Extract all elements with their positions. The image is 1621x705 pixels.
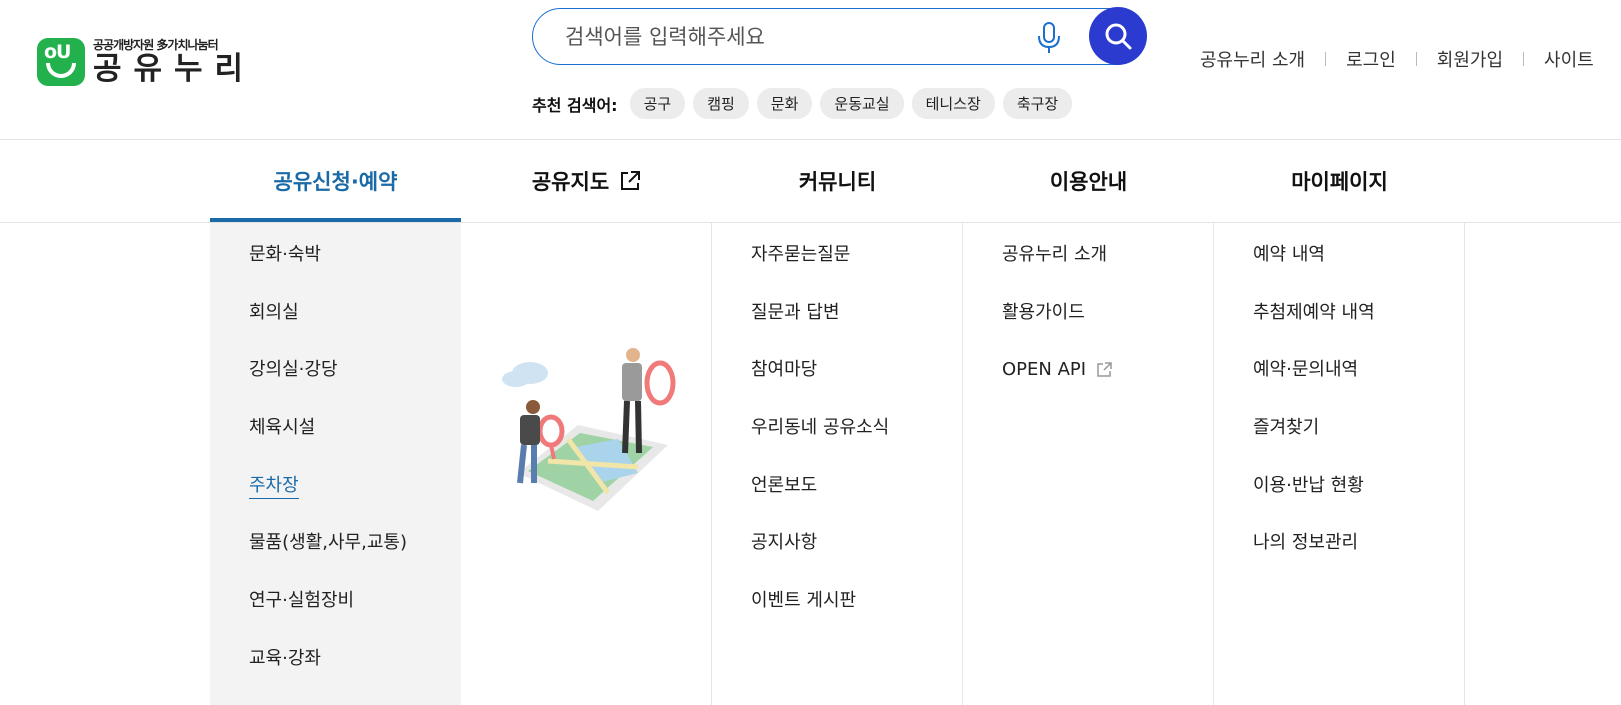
menu-item[interactable]: 자주묻는질문 <box>751 240 889 298</box>
menu-item[interactable]: 언론보도 <box>751 471 889 529</box>
menu-item[interactable]: 질문과 답변 <box>751 298 889 356</box>
search-bar <box>532 7 1147 65</box>
recommended-keywords: 추천 검색어: 공구 캠핑 문화 운동교실 테니스장 축구장 <box>532 88 1073 119</box>
menu-item[interactable]: 이벤트 게시판 <box>751 586 889 644</box>
link-signup[interactable]: 회원가입 <box>1437 46 1503 72</box>
site-header: oU 공공개방자원 多가치나눔터 공유누리 추천 검색어: 공구 캠핑 문화 운… <box>0 0 1621 140</box>
menu-item-open-api[interactable]: OPEN API <box>1002 355 1112 413</box>
nav-label: 이용안내 <box>1049 170 1128 194</box>
nav-label: 커뮤니티 <box>798 170 877 194</box>
logo-subtitle: 공공개방자원 多가치나눔터 <box>93 38 219 52</box>
nav-mypage[interactable]: 마이페이지 <box>1214 140 1465 222</box>
divider <box>1415 52 1417 66</box>
menu-item[interactable]: 즐겨찾기 <box>1253 413 1375 471</box>
nav-share-map[interactable]: 공유지도 <box>461 140 712 222</box>
keyword-chip[interactable]: 문화 <box>756 88 813 119</box>
menu-item[interactable]: 강의실·강당 <box>249 355 407 413</box>
menu-column-map <box>461 223 712 705</box>
link-login[interactable]: 로그인 <box>1346 46 1396 72</box>
divider <box>1325 52 1327 66</box>
external-link-icon <box>621 171 641 190</box>
keyword-chip[interactable]: 테니스장 <box>911 88 995 119</box>
search-button[interactable] <box>1089 7 1147 65</box>
keyword-chip[interactable]: 공구 <box>629 88 686 119</box>
menu-item[interactable]: 이용·반납 현황 <box>1253 471 1375 529</box>
logo-name: 공유누리 <box>93 51 256 87</box>
menu-item[interactable]: 나의 정보관리 <box>1253 528 1375 586</box>
menu-item[interactable]: 회의실 <box>249 298 407 356</box>
menu-item[interactable]: 우리동네 공유소식 <box>751 413 889 471</box>
nav-label: 마이페이지 <box>1291 170 1388 194</box>
keyword-chip[interactable]: 운동교실 <box>820 88 904 119</box>
search-input[interactable] <box>565 22 985 52</box>
menu-item[interactable]: 공유누리 소개 <box>1002 240 1112 298</box>
menu-item[interactable]: 물품(생활,사무,교통) <box>249 528 407 586</box>
menu-item[interactable]: 공지사항 <box>751 528 889 586</box>
link-about[interactable]: 공유누리 소개 <box>1200 46 1305 72</box>
menu-item[interactable]: 예약 내역 <box>1253 240 1375 298</box>
menu-item[interactable]: 연구·실험장비 <box>249 586 407 644</box>
site-logo[interactable]: oU 공공개방자원 多가치나눔터 공유누리 <box>37 38 255 86</box>
nav-label: 공유신청·예약 <box>273 170 398 194</box>
menu-column-mypage: 예약 내역 추첨제예약 내역 예약·문의내역 즐겨찾기 이용·반납 현황 나의 … <box>1214 223 1465 705</box>
external-link-icon <box>1097 362 1112 378</box>
link-sitemap[interactable]: 사이트 <box>1544 46 1594 72</box>
menu-item[interactable]: 예약·문의내역 <box>1253 355 1375 413</box>
keyword-chip[interactable]: 캠핑 <box>693 88 749 119</box>
menu-item[interactable]: 활용가이드 <box>1002 298 1112 356</box>
menu-item[interactable]: 문화·숙박 <box>249 240 407 298</box>
divider <box>1523 52 1525 66</box>
nav-guide[interactable]: 이용안내 <box>963 140 1214 222</box>
nav-label: 공유지도 <box>531 170 610 194</box>
search-icon <box>1105 23 1132 50</box>
utility-links: 공유누리 소개 로그인 회원가입 사이트 <box>1200 46 1594 72</box>
menu-item[interactable]: 추첨제예약 내역 <box>1253 298 1375 356</box>
menu-item[interactable]: 참여마당 <box>751 355 889 413</box>
menu-item[interactable]: 교육·강좌 <box>249 644 407 702</box>
menu-column-guide: 공유누리 소개 활용가이드 OPEN API <box>963 223 1214 705</box>
keyword-chip[interactable]: 축구장 <box>1002 88 1073 119</box>
logo-mark-text: oU <box>44 41 72 63</box>
nav-community[interactable]: 커뮤니티 <box>712 140 963 222</box>
mega-menu: 문화·숙박 회의실 강의실·강당 체육시설 주차장 물품(생활,사무,교통) 연… <box>210 223 1465 705</box>
main-nav: 공유신청·예약 공유지도 커뮤니티 이용안내 마이페이지 <box>210 140 1465 222</box>
menu-column-community: 자주묻는질문 질문과 답변 참여마당 우리동네 공유소식 언론보도 공지사항 이… <box>712 223 963 705</box>
nav-share-apply[interactable]: 공유신청·예약 <box>210 140 461 222</box>
menu-column-share: 문화·숙박 회의실 강의실·강당 체육시설 주차장 물품(생활,사무,교통) 연… <box>210 223 461 705</box>
menu-item-active[interactable]: 주차장 <box>249 471 407 529</box>
menu-item[interactable]: 체육시설 <box>249 413 407 471</box>
map-illustration <box>502 348 676 511</box>
microphone-icon[interactable] <box>1036 21 1062 55</box>
recommended-label: 추천 검색어: <box>532 95 618 115</box>
logo-mark-icon: oU <box>37 38 85 86</box>
